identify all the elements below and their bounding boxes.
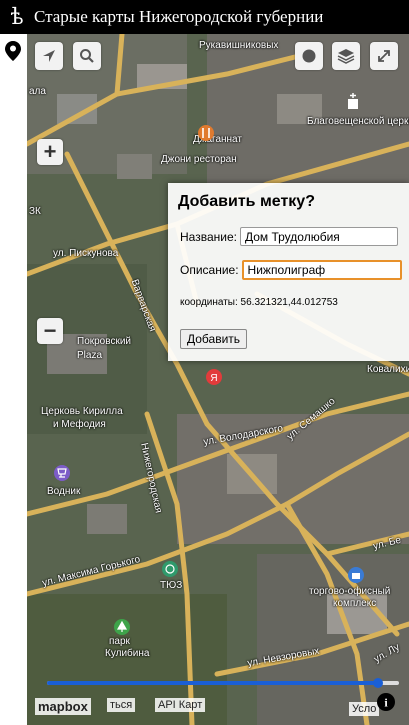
fullscreen-icon — [378, 50, 390, 62]
locate-icon — [43, 50, 55, 62]
park-icon[interactable] — [113, 618, 131, 636]
api-link[interactable]: API Карт — [155, 698, 206, 712]
opacity-slider[interactable] — [47, 678, 399, 688]
mapbox-logo[interactable]: mapbox — [35, 698, 91, 715]
name-label: Название: — [180, 229, 237, 244]
map-label: Plaza — [77, 350, 103, 361]
map-label: Ковалихинск — [367, 364, 409, 375]
layers-icon — [337, 49, 355, 64]
map-label: Рукавишниковых — [199, 40, 279, 51]
name-row: Название: — [180, 227, 398, 246]
map-label: Кулибина — [105, 648, 150, 659]
attribution-link[interactable]: ться — [107, 698, 136, 712]
map-label: ТЮЗ — [160, 580, 183, 591]
info-icon[interactable]: i — [375, 691, 397, 713]
trophy-icon[interactable] — [53, 464, 71, 482]
popup-title: Добавить метку? — [178, 193, 315, 210]
church-icon[interactable] — [345, 92, 361, 110]
add-button[interactable]: Добавить — [180, 329, 248, 349]
map-label: ЗК — [29, 206, 41, 217]
app-header: ѣ Старые карты Нижегородской губернии — [0, 0, 409, 34]
map-label: ала — [29, 86, 46, 97]
map-label: Церковь Кирилла — [41, 406, 123, 417]
fullscreen-button[interactable] — [370, 42, 398, 70]
map-label: парк — [109, 636, 130, 647]
description-row: Описание: — [180, 260, 402, 280]
restaurant-icon[interactable] — [197, 124, 215, 142]
left-toolbar — [0, 34, 27, 725]
search-button[interactable] — [73, 42, 101, 70]
map-label: комплекс — [333, 598, 377, 609]
name-input[interactable] — [239, 227, 398, 246]
svg-text:Я: Я — [210, 373, 217, 384]
map-label: Джони ресторан — [161, 154, 237, 165]
search-icon — [80, 49, 94, 63]
app-logo[interactable]: ѣ — [0, 5, 34, 30]
map-label: Благовещенской церкви — [307, 116, 409, 127]
slider-thumb[interactable] — [372, 678, 383, 688]
shop-icon[interactable] — [347, 566, 365, 584]
slider-fill — [47, 681, 378, 685]
yandex-marker-icon[interactable]: Я — [205, 368, 223, 386]
page-title: Старые карты Нижегородской губернии — [34, 7, 324, 26]
locate-button[interactable] — [35, 42, 63, 70]
description-input[interactable] — [241, 260, 402, 280]
map-label: и Мефодия — [53, 419, 106, 430]
map-label: Водник — [47, 486, 81, 497]
theater-icon[interactable] — [161, 560, 179, 578]
zoom-in-button[interactable]: + — [37, 139, 63, 165]
circle-tool-button[interactable] — [295, 42, 323, 70]
coordinates-text: координаты: 56.321321,44.012753 — [180, 297, 338, 308]
add-marker-popup: Добавить метку? Название: Описание: коор… — [168, 183, 409, 361]
description-label: Описание: — [180, 263, 239, 277]
pin-icon[interactable] — [4, 40, 22, 62]
map-label: торгово-офисный — [309, 586, 391, 597]
circle-icon — [302, 49, 316, 63]
zoom-out-button[interactable]: − — [37, 318, 63, 344]
map-label: ул. Пискунова — [53, 248, 119, 259]
map-view[interactable]: Рукавишниковых Благовещенской церкви Джа… — [27, 34, 409, 725]
layers-button[interactable] — [332, 42, 360, 70]
map-label: Покровский — [77, 336, 131, 347]
